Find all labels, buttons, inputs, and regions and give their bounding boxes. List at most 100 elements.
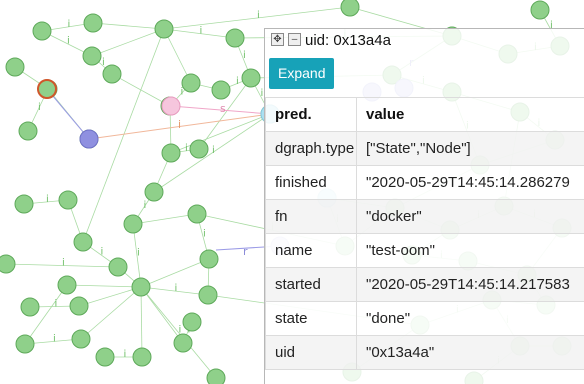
graph-node[interactable] xyxy=(69,296,89,316)
graph-node[interactable] xyxy=(5,57,25,77)
edge-label: i xyxy=(257,10,260,21)
table-row: dgraph.type ["State","Node"] xyxy=(265,131,584,166)
value-cell: "docker" xyxy=(356,199,584,234)
edge-label: i xyxy=(212,145,215,156)
graph-node-selected[interactable] xyxy=(37,79,57,99)
value-cell: "2020-05-29T14:45:14.286279 xyxy=(356,165,584,200)
graph-node[interactable] xyxy=(199,249,219,269)
graph-node[interactable] xyxy=(14,194,34,214)
edge-label: r xyxy=(243,245,248,258)
edge-label: i xyxy=(53,334,56,345)
graph-node[interactable] xyxy=(206,368,226,384)
graph-node[interactable] xyxy=(15,334,35,354)
minimize-icon[interactable]: – xyxy=(288,33,301,46)
graph-node-purple[interactable] xyxy=(79,129,99,149)
pred-cell: state xyxy=(265,301,357,336)
graph-node[interactable] xyxy=(144,182,164,202)
panel-title: uid: 0x13a4a xyxy=(305,32,391,49)
edge-label: i xyxy=(46,194,49,205)
graph-node[interactable] xyxy=(95,347,115,367)
table-row: fn "docker" xyxy=(265,199,584,234)
table-row: name "test-oom" xyxy=(265,233,584,268)
graph-node[interactable] xyxy=(32,21,52,41)
graph-node[interactable] xyxy=(173,333,193,353)
graph-node[interactable] xyxy=(58,190,78,210)
edge-label: i xyxy=(62,258,65,269)
value-cell: "done" xyxy=(356,301,584,336)
edge-label: i xyxy=(38,102,41,113)
graph-node[interactable] xyxy=(340,0,360,17)
column-header-value: value xyxy=(356,97,584,132)
graph-node[interactable] xyxy=(189,139,209,159)
edge-label: i xyxy=(55,299,58,310)
graph-node[interactable] xyxy=(18,121,38,141)
graph-node[interactable] xyxy=(187,204,207,224)
edge-label: i xyxy=(185,143,188,154)
graph-node[interactable] xyxy=(108,257,128,277)
predicate-table: pred. value dgraph.type ["State","Node"]… xyxy=(265,97,584,370)
column-header-pred: pred. xyxy=(265,97,357,132)
table-row: state "done" xyxy=(265,301,584,336)
edge-label: i xyxy=(124,349,127,360)
graph-node[interactable] xyxy=(225,28,245,48)
graph-node[interactable] xyxy=(0,254,16,274)
edge-label: i xyxy=(203,229,206,240)
graph-edge xyxy=(132,213,198,225)
graph-edge xyxy=(140,286,143,358)
graph-edge xyxy=(140,286,184,344)
edge-label: i xyxy=(243,50,246,61)
graph-edge xyxy=(66,284,142,288)
edge-label: i xyxy=(144,200,147,211)
edge-label: i xyxy=(175,283,178,294)
graph-node[interactable] xyxy=(83,13,103,33)
pred-cell: finished xyxy=(265,165,357,200)
value-cell: ["State","Node"] xyxy=(356,131,584,166)
graph-node[interactable] xyxy=(530,0,550,20)
edge-label: i xyxy=(102,57,105,68)
table-row: finished "2020-05-29T14:45:14.286279 xyxy=(265,165,584,200)
value-cell: "test-oom" xyxy=(356,233,584,268)
table-row: started "2020-05-29T14:45:14.217583 xyxy=(265,267,584,302)
graph-node[interactable] xyxy=(71,329,91,349)
pred-cell: dgraph.type xyxy=(265,131,357,166)
edge-label: i xyxy=(178,118,181,131)
pred-cell: fn xyxy=(265,199,357,234)
graph-node[interactable] xyxy=(211,80,231,100)
table-header-row: pred. value xyxy=(265,97,584,132)
edge-label: i xyxy=(101,247,104,258)
graph-edge xyxy=(78,286,142,307)
node-details-panel: ✥ – uid: 0x13a4a Expand pred. value dgra… xyxy=(264,28,584,384)
pred-cell: uid xyxy=(265,335,357,370)
graph-node[interactable] xyxy=(57,275,77,295)
graph-edge xyxy=(80,286,142,340)
edge-label: i xyxy=(261,88,264,99)
graph-node[interactable] xyxy=(182,312,202,332)
graph-node-pink[interactable] xyxy=(161,96,181,116)
graph-node[interactable] xyxy=(20,297,40,317)
graph-edge xyxy=(91,28,165,57)
graph-node[interactable] xyxy=(132,347,152,367)
graph-node[interactable] xyxy=(154,19,174,39)
value-cell: "0x13a4a" xyxy=(356,335,584,370)
panel-titlebar[interactable]: ✥ – uid: 0x13a4a xyxy=(265,29,584,53)
expand-button[interactable]: Expand xyxy=(269,58,335,89)
graph-node[interactable] xyxy=(131,277,151,297)
graph-edge xyxy=(92,22,165,30)
graph-node[interactable] xyxy=(241,68,261,88)
edge-label: s xyxy=(220,102,226,115)
graph-node[interactable] xyxy=(73,232,93,252)
graph-node[interactable] xyxy=(123,214,143,234)
pred-cell: name xyxy=(265,233,357,268)
move-arrows-icon[interactable]: ✥ xyxy=(271,33,284,46)
graph-node[interactable] xyxy=(102,64,122,84)
edge-label: i xyxy=(200,26,203,37)
graph-node[interactable] xyxy=(198,285,218,305)
edge-label: i xyxy=(67,36,70,47)
pred-cell: started xyxy=(265,267,357,302)
graph-node[interactable] xyxy=(161,143,181,163)
graph-node[interactable] xyxy=(181,73,201,93)
table-row: uid "0x13a4a" xyxy=(265,335,584,370)
edge-label: i xyxy=(137,248,140,259)
graph-node[interactable] xyxy=(82,46,102,66)
value-cell: "2020-05-29T14:45:14.217583 xyxy=(356,267,584,302)
